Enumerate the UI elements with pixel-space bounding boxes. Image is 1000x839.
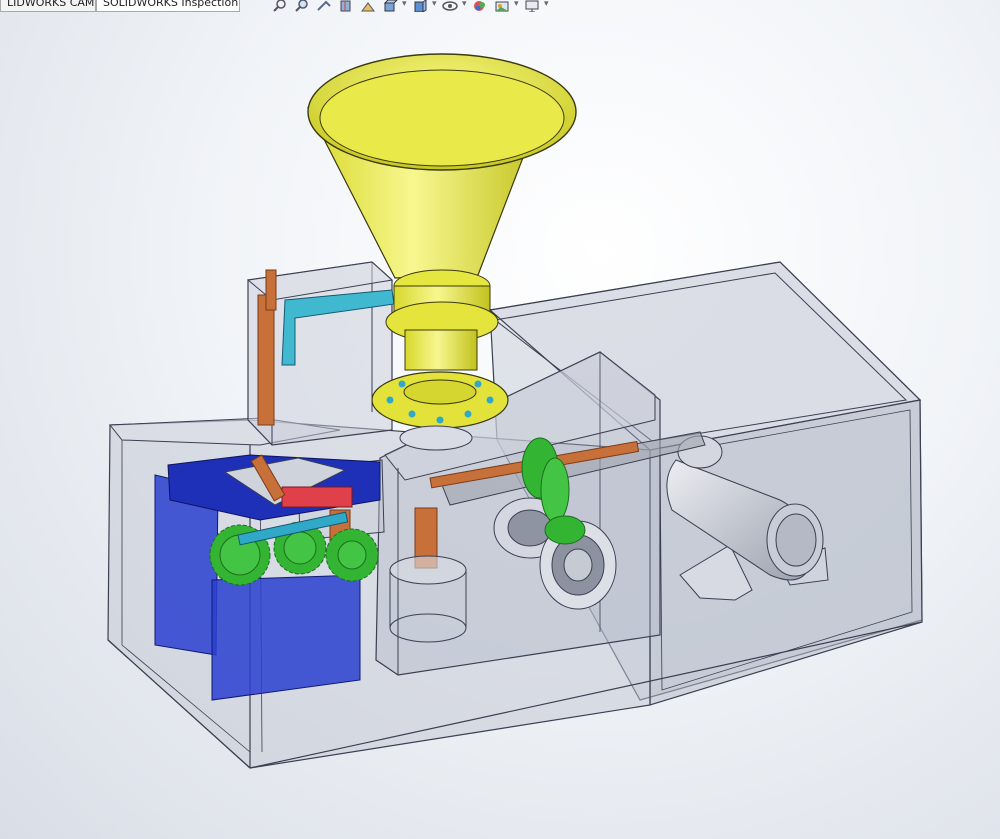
apply-scene-icon[interactable] <box>492 0 512 13</box>
chevron-down-icon[interactable]: ▾ <box>402 0 408 9</box>
hide-show-items-icon[interactable] <box>440 0 460 13</box>
chevron-down-icon[interactable]: ▾ <box>432 0 438 9</box>
tab-solidworks-inspection[interactable]: SOLIDWORKS Inspection <box>96 0 240 12</box>
section-view-icon[interactable] <box>336 0 356 13</box>
tab-label: SOLIDWORKS Inspection <box>103 0 239 9</box>
chevron-down-icon[interactable]: ▾ <box>514 0 520 9</box>
view-orientation-icon[interactable] <box>380 0 400 13</box>
display-style-icon[interactable] <box>410 0 430 13</box>
zoom-to-fit-icon[interactable] <box>270 0 290 13</box>
view-settings-icon[interactable] <box>522 0 542 13</box>
tab-solidworks-cam[interactable]: LIDWORKS CAM <box>0 0 96 12</box>
tab-label: LIDWORKS CAM <box>7 0 95 9</box>
zoom-to-area-icon[interactable] <box>292 0 312 13</box>
previous-view-icon[interactable] <box>314 0 334 13</box>
cad-model-view <box>107 53 923 769</box>
chevron-down-icon[interactable]: ▾ <box>462 0 468 9</box>
dynamic-annotation-icon[interactable] <box>358 0 378 13</box>
chevron-down-icon[interactable]: ▾ <box>544 0 550 9</box>
feeder-box <box>246 261 395 446</box>
edit-appearance-icon[interactable] <box>470 0 490 13</box>
tab-bar: LIDWORKS CAM SOLIDWORKS Inspection <box>0 0 240 12</box>
graphics-area[interactable] <box>0 14 1000 839</box>
heads-up-view-toolbar: ▾ ▾ ▾ ▾ ▾ <box>270 0 550 14</box>
